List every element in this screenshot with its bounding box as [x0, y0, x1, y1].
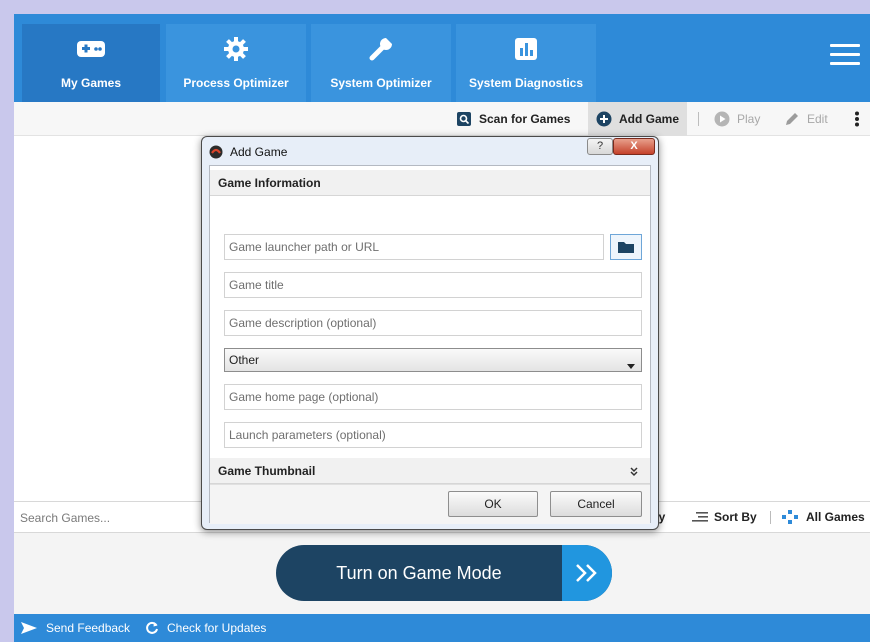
game-description-field[interactable] [224, 310, 642, 336]
tab-label: System Diagnostics [468, 76, 584, 90]
footer: Send Feedback Check for Updates [14, 614, 870, 642]
launch-parameters-field[interactable] [224, 422, 642, 448]
gear-icon [223, 36, 249, 62]
section-title: Game Thumbnail [218, 463, 316, 478]
toolbar-divider [698, 112, 699, 126]
sort-by-label: Sort By [714, 510, 757, 524]
browse-folder-button[interactable] [610, 234, 642, 260]
cancel-button[interactable]: Cancel [550, 491, 642, 517]
check-updates-label: Check for Updates [167, 621, 267, 635]
search-input[interactable] [20, 508, 210, 528]
game-mode-bar: Turn on Game Mode [14, 533, 870, 614]
ok-button[interactable]: OK [448, 491, 538, 517]
edit-label: Edit [807, 112, 828, 126]
sort-icon [692, 511, 708, 523]
game-title-field[interactable] [224, 272, 642, 298]
scan-label: Scan for Games [479, 112, 571, 126]
double-chevron-right-icon [562, 545, 612, 601]
sort-by-button[interactable]: Sort By [692, 502, 757, 532]
tab-label: System Optimizer [330, 76, 432, 90]
dialog-title: Add Game [230, 145, 288, 159]
game-thumbnail-header[interactable]: Game Thumbnail [210, 458, 650, 484]
send-feedback-label: Send Feedback [46, 621, 131, 635]
app-logo-icon [209, 145, 223, 164]
send-feedback-link[interactable]: Send Feedback [20, 614, 130, 642]
expand-chevron-icon[interactable] [630, 466, 638, 480]
help-button[interactable]: ? [587, 138, 613, 155]
more-options-icon[interactable] [854, 102, 860, 136]
folder-icon [617, 240, 635, 254]
category-select[interactable]: Other [224, 348, 642, 372]
sort-divider [770, 511, 771, 524]
top-navigation: My Games Process Optimizer System Optimi… [14, 14, 870, 102]
plus-circle-icon [596, 111, 612, 127]
wrench-icon [368, 36, 394, 62]
check-updates-link[interactable]: Check for Updates [145, 614, 266, 642]
game-information-header: Game Information [210, 170, 650, 196]
toolbar: Scan for Games Add Game Play Edit [14, 102, 870, 136]
add-game-label: Add Game [619, 112, 680, 126]
caret-down-icon [627, 358, 635, 372]
tab-label: Process Optimizer [183, 76, 289, 90]
edit-button[interactable]: Edit [784, 102, 828, 136]
tab-label: My Games [60, 76, 122, 90]
hamburger-menu-icon[interactable] [830, 44, 860, 66]
pencil-icon [784, 111, 800, 127]
game-mode-label: Turn on Game Mode [336, 562, 502, 583]
scan-for-games-button[interactable]: Scan for Games [456, 102, 570, 136]
scan-icon [456, 111, 472, 127]
add-game-dialog: Add Game ? X Game Information Other [201, 136, 659, 530]
category-value: Other [229, 353, 260, 367]
game-mode-button[interactable]: Turn on Game Mode [276, 545, 612, 601]
dialog-titlebar[interactable]: Add Game ? X [202, 137, 658, 165]
launcher-path-field[interactable] [224, 234, 604, 260]
tab-process-optimizer[interactable]: Process Optimizer [166, 24, 306, 102]
tab-system-optimizer[interactable]: System Optimizer [311, 24, 451, 102]
play-label: Play [737, 112, 761, 126]
send-arrow-icon [20, 621, 38, 635]
dialog-body: Game Information Other Game Thumbnail [209, 165, 651, 524]
close-button[interactable]: X [613, 138, 655, 155]
bar-chart-icon [514, 36, 538, 62]
play-icon [714, 111, 730, 127]
tab-system-diagnostics[interactable]: System Diagnostics [456, 24, 596, 102]
filter-dots-icon [780, 510, 800, 524]
section-title: Game Information [218, 175, 321, 190]
refresh-icon [145, 621, 159, 635]
all-games-label: All Games [806, 510, 865, 524]
all-games-filter[interactable]: All Games [780, 502, 865, 532]
tab-my-games[interactable]: My Games [22, 24, 160, 102]
home-page-field[interactable] [224, 384, 642, 410]
app-window: My Games Process Optimizer System Optimi… [14, 14, 870, 642]
gamepad-icon [76, 36, 106, 62]
play-button[interactable]: Play [714, 102, 760, 136]
add-game-button[interactable]: Add Game [588, 102, 688, 136]
